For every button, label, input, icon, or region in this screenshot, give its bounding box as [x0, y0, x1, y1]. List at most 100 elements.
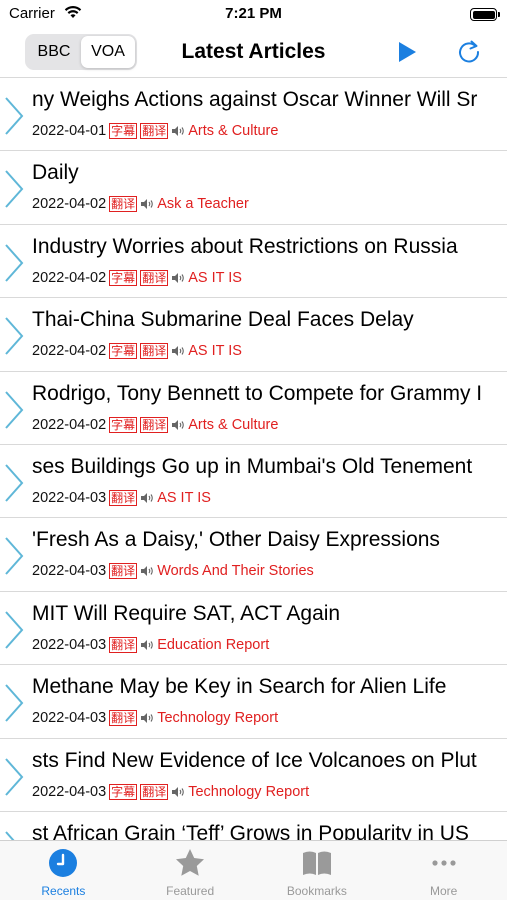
- translation-badge: 翻译: [109, 563, 138, 580]
- tab-featured[interactable]: Featured: [127, 841, 254, 900]
- refresh-button[interactable]: [455, 38, 483, 66]
- article-date: 2022-04-02: [32, 416, 107, 433]
- translation-badge: 翻译: [140, 416, 169, 433]
- article-date: 2022-04-02: [32, 196, 107, 213]
- tab-bookmarks[interactable]: Bookmarks: [254, 841, 381, 900]
- tab-bar: Recents Featured Bookmarks More: [0, 840, 507, 900]
- chevron-right-icon: [5, 537, 24, 576]
- article-row[interactable]: ny Weighs Actions against Oscar Winner W…: [0, 78, 507, 152]
- article-row[interactable]: sts Find New Evidence of Ice Volcanoes o…: [0, 739, 507, 812]
- speaker-icon: [172, 126, 185, 136]
- article-row[interactable]: Thai-China Submarine Deal Faces Delay 202…: [0, 298, 507, 372]
- speaker-icon: [141, 713, 153, 724]
- article-row[interactable]: Industry Worries about Restrictions on R…: [0, 225, 507, 299]
- subtitle-badge: 字幕: [109, 783, 138, 800]
- speaker-icon: [172, 272, 185, 283]
- article-row[interactable]: st African Grain ‘Teff’ Grows in Popular…: [0, 812, 507, 840]
- translation-badge: 翻译: [140, 123, 169, 139]
- status-time: 7:21 PM: [225, 5, 282, 22]
- tab-label-bookmarks: Bookmarks: [286, 884, 347, 898]
- article-category: Technology Report: [188, 783, 310, 800]
- article-meta: 2022-04-03 翻译 Education Report: [32, 636, 270, 653]
- article-title: Thai-China Submarine Deal Faces Delay: [32, 308, 414, 332]
- article-row[interactable]: ses Buildings Go up in Mumbai's Old Tene…: [0, 445, 507, 519]
- battery-icon: [470, 8, 500, 21]
- tab-label-recents: Recents: [41, 884, 86, 898]
- article-meta: 2022-04-03 字幕 翻译 Technology Report: [32, 783, 310, 800]
- chevron-right-icon: [5, 317, 24, 355]
- article-title: ses Buildings Go up in Mumbai's Old Tene…: [32, 454, 473, 478]
- tab-label-more: More: [429, 884, 458, 898]
- translation-badge: 翻译: [140, 343, 169, 360]
- article-category: AS IT IS: [157, 489, 211, 506]
- article-row[interactable]: MIT Will Require SAT, ACT Again 2022-04-0…: [0, 592, 507, 666]
- article-category: AS IT IS: [188, 269, 242, 286]
- speaker-icon: [172, 419, 185, 430]
- article-title: ny Weighs Actions against Oscar Winner W…: [32, 88, 478, 111]
- article-date: 2022-04-01: [32, 123, 107, 139]
- translation-badge: 翻译: [109, 196, 138, 213]
- article-row[interactable]: 'Fresh As a Daisy,' Other Daisy Expressi…: [0, 518, 507, 592]
- navigation-bar: BBC VOA Latest Articles: [0, 28, 507, 78]
- chevron-right-icon: [5, 390, 24, 429]
- chevron-right-icon: [5, 684, 24, 722]
- article-title: Daily: [32, 161, 79, 185]
- play-button[interactable]: [395, 40, 419, 64]
- article-row[interactable]: Daily 2022-04-02 翻译 Ask a Teacher: [0, 151, 507, 225]
- article-meta: 2022-04-02 字幕 翻译 AS IT IS: [32, 343, 242, 360]
- speaker-icon: [141, 639, 153, 650]
- article-title: Rodrigo, Tony Bennett to Compete for Gra…: [32, 381, 483, 405]
- subtitle-badge: 字幕: [109, 343, 138, 360]
- article-meta: 2022-04-01 字幕 翻译 Arts & Culture: [32, 123, 278, 139]
- article-category: Arts & Culture: [188, 123, 279, 139]
- translation-badge: 翻译: [109, 489, 138, 506]
- chevron-right-icon: [5, 464, 24, 502]
- article-category: Education Report: [157, 636, 270, 653]
- speaker-icon: [172, 346, 185, 357]
- article-meta: 2022-04-03 翻译 AS IT IS: [32, 489, 211, 506]
- article-category: AS IT IS: [188, 343, 242, 360]
- article-date: 2022-04-02: [32, 269, 107, 286]
- article-date: 2022-04-03: [32, 489, 107, 506]
- article-row[interactable]: Methane May be Key in Search for Alien L…: [0, 665, 507, 739]
- translation-badge: 翻译: [109, 710, 138, 727]
- refresh-icon: [459, 40, 480, 63]
- article-title: 'Fresh As a Daisy,' Other Daisy Expressi…: [32, 528, 440, 552]
- translation-badge: 翻译: [140, 783, 169, 800]
- subtitle-badge: 字幕: [109, 123, 138, 139]
- book-icon: [302, 851, 331, 875]
- speaker-icon: [172, 786, 185, 797]
- chevron-right-icon: [5, 170, 24, 209]
- star-icon: [176, 849, 205, 876]
- article-date: 2022-04-03: [32, 636, 107, 653]
- chevron-right-icon: [5, 97, 24, 135]
- article-category: Technology Report: [157, 710, 279, 727]
- article-date: 2022-04-03: [32, 563, 107, 580]
- article-title: st African Grain ‘Teff’ Grows in Popular…: [32, 821, 469, 840]
- article-row[interactable]: Rodrigo, Tony Bennett to Compete for Gra…: [0, 372, 507, 445]
- chevron-right-icon: [5, 244, 24, 282]
- article-meta: 2022-04-02 字幕 翻译 AS IT IS: [32, 269, 242, 286]
- article-meta: 2022-04-03 翻译 Technology Report: [32, 710, 279, 727]
- subtitle-badge: 字幕: [109, 269, 138, 286]
- more-icon: [432, 860, 456, 866]
- tab-recents[interactable]: Recents: [0, 841, 127, 900]
- chevron-right-icon: [5, 757, 24, 796]
- article-title: sts Find New Evidence of Ice Volcanoes o…: [32, 748, 477, 772]
- article-meta: 2022-04-02 字幕 翻译 Arts & Culture: [32, 416, 279, 433]
- article-date: 2022-04-02: [32, 343, 107, 360]
- status-bar: Carrier 7:21 PM: [0, 0, 507, 28]
- clock-icon: [49, 849, 78, 877]
- tab-more[interactable]: More: [380, 841, 507, 900]
- article-date: 2022-04-03: [32, 710, 107, 727]
- chevron-right-icon: [5, 611, 24, 649]
- article-title: Industry Worries about Restrictions on R…: [32, 234, 458, 258]
- chevron-right-icon: [5, 831, 15, 840]
- play-icon: [399, 42, 416, 62]
- speaker-icon: [141, 199, 153, 210]
- article-category: Arts & Culture: [188, 416, 279, 433]
- translation-badge: 翻译: [140, 269, 169, 286]
- article-meta: 2022-04-03 翻译 Words And Their Stories: [32, 563, 314, 580]
- article-list[interactable]: ny Weighs Actions against Oscar Winner W…: [0, 78, 507, 840]
- article-title: Methane May be Key in Search for Alien L…: [32, 675, 447, 699]
